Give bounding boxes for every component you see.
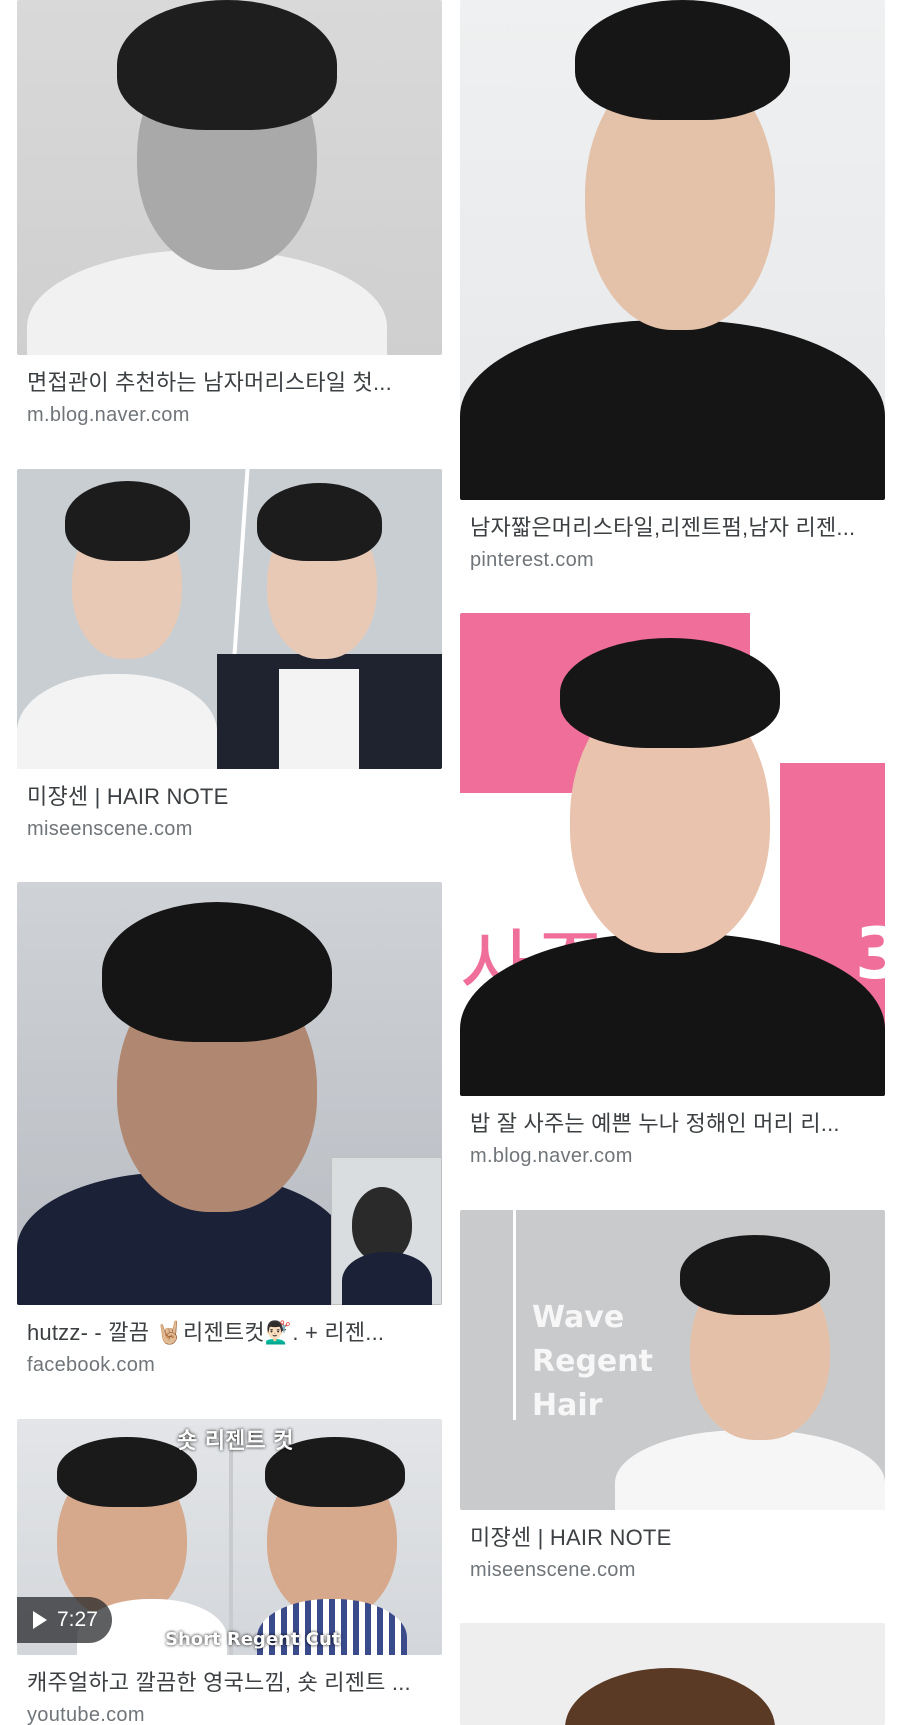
- overlay-line-3: Hair: [532, 1388, 603, 1423]
- result-source[interactable]: miseenscene.com: [470, 1556, 875, 1584]
- result-source[interactable]: m.blog.naver.com: [470, 1142, 875, 1170]
- image-results-grid: 면접관이 추천하는 남자머리스타일 첫... m.blog.naver.com …: [0, 0, 900, 1725]
- result-source[interactable]: youtube.com: [27, 1701, 432, 1725]
- overlay-line-1: Wave: [532, 1300, 625, 1335]
- result-thumbnail[interactable]: 숏 리젠트 컷 Short Regent Cut 7:27: [17, 1419, 442, 1655]
- overlay-line-2: Regent: [532, 1344, 653, 1379]
- result-title[interactable]: hutzz- - 깔끔 🤘🏼리젠트컷💇🏻‍♂️. + 리젠...: [27, 1317, 432, 1349]
- video-overlay-caption: Short Regent Cut: [165, 1629, 341, 1650]
- result-thumbnail[interactable]: [17, 469, 442, 769]
- result-title[interactable]: 면접관이 추천하는 남자머리스타일 첫...: [27, 367, 432, 399]
- video-duration: 7:27: [57, 1608, 98, 1631]
- result-title[interactable]: 미쟝센 | HAIR NOTE: [27, 781, 432, 813]
- result-thumbnail[interactable]: 사주 3: [460, 613, 885, 1096]
- result-thumbnail[interactable]: [17, 0, 442, 355]
- result-thumbnail[interactable]: Wave Regent Hair: [460, 1210, 885, 1510]
- result-source[interactable]: miseenscene.com: [27, 815, 432, 843]
- result-source[interactable]: m.blog.naver.com: [27, 401, 432, 429]
- result-thumbnail[interactable]: [17, 882, 442, 1305]
- result-source[interactable]: pinterest.com: [470, 546, 875, 574]
- image-result-card[interactable]: Wave Regent Hair 미쟝센 | HAIR NOTE miseens…: [460, 1210, 885, 1584]
- result-source[interactable]: facebook.com: [27, 1351, 432, 1379]
- image-result-card[interactable]: hutzz- - 깔끔 🤘🏼리젠트컷💇🏻‍♂️. + 리젠... faceboo…: [17, 882, 442, 1379]
- image-result-card[interactable]: 면접관이 추천하는 남자머리스타일 첫... m.blog.naver.com: [17, 0, 442, 429]
- video-result-card[interactable]: 숏 리젠트 컷 Short Regent Cut 7:27 캐주얼하고 깔끔한 …: [17, 1419, 442, 1725]
- video-overlay-title: 숏 리젠트 컷: [177, 1429, 294, 1454]
- image-result-card[interactable]: 미쟝센 | HAIR NOTE miseenscene.com: [17, 469, 442, 843]
- result-title[interactable]: 남자짧은머리스타일,리젠트펌,남자 리젠...: [470, 512, 875, 544]
- result-title[interactable]: 캐주얼하고 깔끔한 영국느낌, 숏 리젠트 ...: [27, 1667, 432, 1699]
- image-result-card[interactable]: 남자짧은머리스타일,리젠트펌,남자 리젠... pinterest.com: [460, 0, 885, 574]
- play-icon: [33, 1611, 47, 1629]
- image-result-card[interactable]: [460, 1623, 885, 1725]
- result-thumbnail[interactable]: [460, 1623, 885, 1725]
- video-duration-badge: 7:27: [17, 1597, 112, 1643]
- result-thumbnail[interactable]: [460, 0, 885, 500]
- result-title[interactable]: 미쟝센 | HAIR NOTE: [470, 1522, 875, 1554]
- image-result-card[interactable]: 사주 3 밥 잘 사주는 예쁜 누나 정해인 머리 리... m.blog.na…: [460, 613, 885, 1170]
- result-title[interactable]: 밥 잘 사주는 예쁜 누나 정해인 머리 리...: [470, 1108, 875, 1140]
